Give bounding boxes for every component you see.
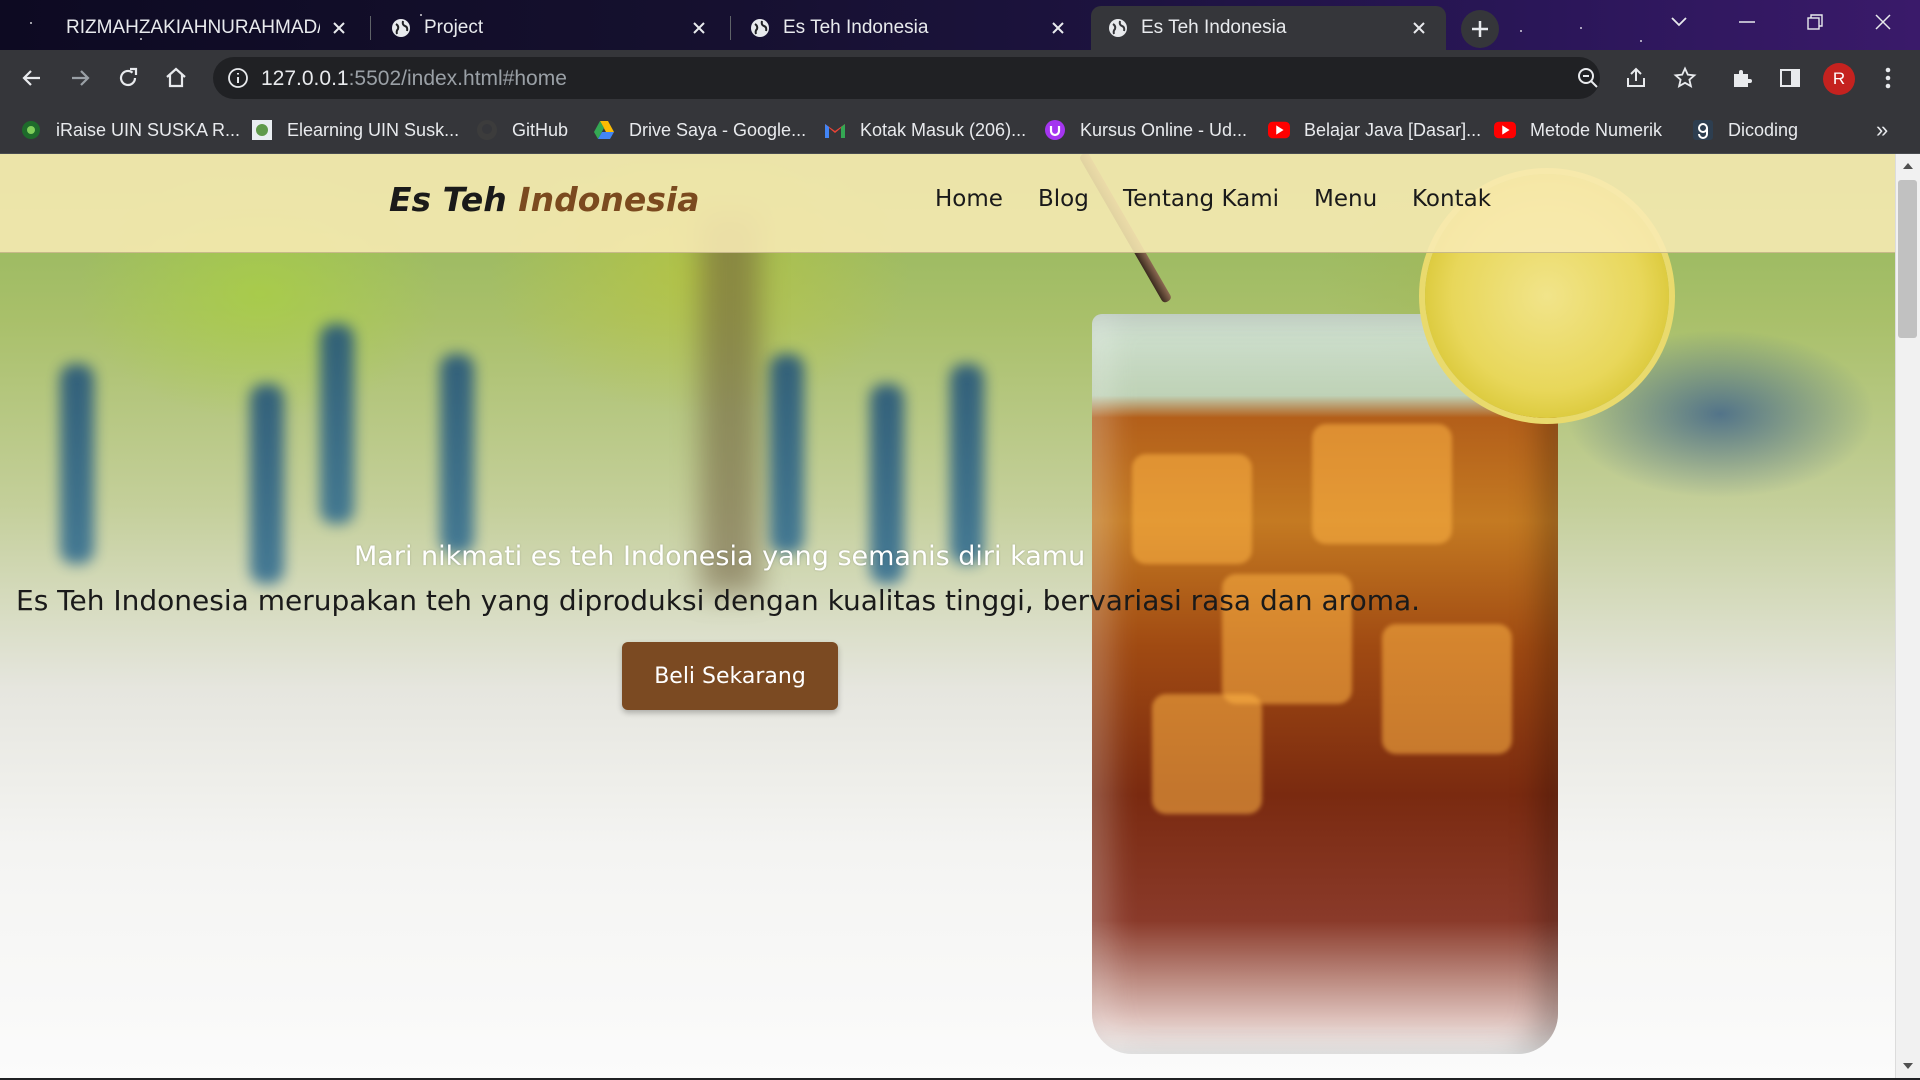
minimize-button[interactable] <box>1713 0 1781 44</box>
iced-tea-glass-image <box>1092 314 1558 1054</box>
close-icon[interactable] <box>328 17 350 39</box>
close-icon[interactable] <box>1408 17 1430 39</box>
url-text[interactable]: 127.0.0.1:5502/index.html#home <box>261 67 567 91</box>
bookmark-label: Kursus Online - Ud... <box>1080 119 1248 140</box>
close-window-button[interactable] <box>1849 0 1917 44</box>
bookmark-udemy[interactable]: Kursus Online - Ud... <box>1044 114 1247 146</box>
profile-avatar[interactable]: R <box>1823 63 1855 95</box>
github-icon <box>476 119 498 141</box>
minimize-icon <box>1739 21 1755 23</box>
back-button[interactable] <box>14 60 50 96</box>
new-tab-button[interactable] <box>1461 10 1499 48</box>
elearning-icon <box>251 119 273 141</box>
close-icon[interactable] <box>1047 17 1069 39</box>
bookmark-label: Elearning UIN Susk... <box>287 119 460 140</box>
address-bar[interactable]: 127.0.0.1:5502/index.html#home <box>213 57 1697 99</box>
bookmark-label: GitHub <box>512 119 569 140</box>
reload-button[interactable] <box>110 60 146 96</box>
gmail-icon <box>824 119 846 141</box>
tab-github[interactable]: RIZMAHZAKIAHNURAHMAD/My <box>8 6 366 50</box>
tab-title: Es Teh Indonesia <box>783 17 929 38</box>
bookmark-label: Drive Saya - Google... <box>629 119 807 140</box>
plus-icon <box>1472 21 1488 37</box>
youtube-icon <box>1494 119 1516 141</box>
bookmark-java[interactable]: Belajar Java [Dasar]... <box>1268 114 1481 146</box>
globe-icon <box>1109 19 1127 37</box>
bookmark-label: Dicoding <box>1728 119 1799 140</box>
chevron-double-right-icon: » <box>1876 117 1889 142</box>
restore-icon <box>1807 14 1823 30</box>
iraise-icon <box>20 119 42 141</box>
bookmark-dicoding[interactable]: Dicoding <box>1692 114 1798 146</box>
zoom-out-icon[interactable] <box>1576 66 1600 90</box>
side-panel-icon <box>1780 69 1800 87</box>
url-host: 127.0.0.1 <box>261 67 349 90</box>
tab-project[interactable]: Project <box>374 6 726 50</box>
globe-icon <box>751 19 769 37</box>
home-button[interactable] <box>158 60 194 96</box>
hero-description: Es Teh Indonesia merupakan teh yang dipr… <box>16 584 1421 617</box>
nav-home[interactable]: Home <box>935 186 1003 212</box>
side-panel-button[interactable] <box>1772 60 1808 96</box>
scroll-down-arrow-icon[interactable] <box>1900 1058 1916 1074</box>
bookmark-label: Metode Numerik <box>1530 119 1663 140</box>
google-drive-icon <box>593 119 615 141</box>
close-icon[interactable] <box>688 17 710 39</box>
url-path: :5502/index.html#home <box>348 67 567 90</box>
nav-blog[interactable]: Blog <box>1038 186 1089 212</box>
bookmark-metode-numerik[interactable]: Metode Numerik <box>1494 114 1662 146</box>
nav-kontak[interactable]: Kontak <box>1412 186 1491 212</box>
arrow-left-icon <box>22 70 40 86</box>
udemy-icon <box>1044 119 1066 141</box>
tab-es-teh-1[interactable]: Es Teh Indonesia <box>733 6 1085 50</box>
bookmark-github[interactable]: GitHub <box>476 114 568 146</box>
extensions-button[interactable] <box>1724 60 1760 96</box>
bookmark-label: iRaise UIN SUSKA R... <box>56 119 241 140</box>
tab-title: Project <box>424 17 484 38</box>
bookmark-elearning[interactable]: Elearning UIN Susk... <box>251 114 459 146</box>
tab-search-button[interactable] <box>1645 0 1713 44</box>
bookmarks-bar: iRaise UIN SUSKA R... Elearning UIN Susk… <box>0 106 1920 154</box>
arrow-right-icon <box>72 70 90 86</box>
nav-tentang-kami[interactable]: Tentang Kami <box>1123 186 1279 212</box>
bookmark-drive[interactable]: Drive Saya - Google... <box>593 114 806 146</box>
nav-menu[interactable]: Menu <box>1314 186 1377 212</box>
browser-menu-button[interactable] <box>1870 60 1906 96</box>
tab-es-teh-active[interactable]: Es Teh Indonesia <box>1091 6 1446 50</box>
bookmark-label: Kotak Masuk (206)... <box>860 119 1027 140</box>
bookmark-iraise[interactable]: iRaise UIN SUSKA R... <box>20 114 240 146</box>
tab-title: Es Teh Indonesia <box>1141 17 1287 38</box>
forward-button[interactable] <box>62 60 98 96</box>
puzzle-icon <box>1734 70 1752 87</box>
more-bookmarks-button[interactable]: » <box>1876 114 1888 146</box>
buy-now-button[interactable]: Beli Sekarang <box>622 642 838 710</box>
site-navbar: Es Teh Indonesia Home Blog Tentang Kami … <box>0 154 1895 253</box>
tab-title: RIZMAHZAKIAHNURAHMAD/My <box>66 17 320 38</box>
globe-icon <box>392 19 410 37</box>
site-logo[interactable]: Es Teh Indonesia <box>389 180 699 219</box>
reload-icon <box>119 67 138 87</box>
page-viewport: Es Teh Indonesia Home Blog Tentang Kami … <box>0 154 1895 1078</box>
kebab-menu-icon <box>1885 67 1891 89</box>
dicoding-icon <box>1692 119 1714 141</box>
close-icon <box>1875 14 1891 30</box>
logo-accent-text: Indonesia <box>518 180 700 219</box>
hero-subtitle: Mari nikmati es teh Indonesia yang seman… <box>354 541 1086 572</box>
restore-button[interactable] <box>1781 0 1849 44</box>
logo-text: Es Teh <box>389 180 519 219</box>
share-icon[interactable] <box>1624 66 1648 90</box>
bookmark-gmail[interactable]: Kotak Masuk (206)... <box>824 114 1026 146</box>
tab-strip: RIZMAHZAKIAHNURAHMAD/My Project Es Teh I… <box>0 0 1920 50</box>
scroll-up-arrow-icon[interactable] <box>1900 158 1916 174</box>
youtube-icon <box>1268 119 1290 141</box>
avatar-initial: R <box>1832 69 1846 88</box>
info-icon[interactable] <box>227 67 249 89</box>
scrollbar-thumb[interactable] <box>1898 180 1917 338</box>
star-icon[interactable] <box>1673 66 1697 90</box>
bookmark-label: Belajar Java [Dasar]... <box>1304 119 1482 140</box>
home-icon <box>166 67 186 88</box>
chevron-down-icon <box>1671 17 1687 27</box>
